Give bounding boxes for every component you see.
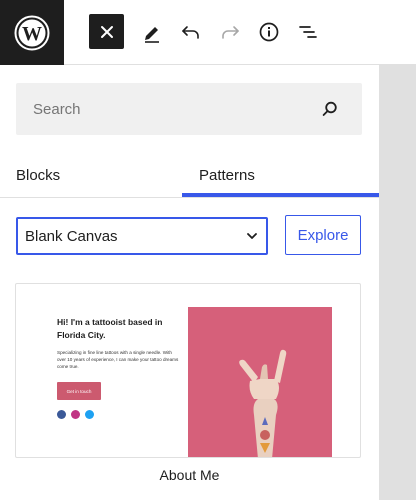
redo-button[interactable] (212, 14, 248, 50)
tab-blocks[interactable]: Blocks (16, 153, 181, 198)
explore-button[interactable]: Explore (285, 215, 361, 255)
list-view-icon (299, 26, 317, 38)
inserter-tabs: Blocks Patterns (0, 153, 379, 198)
tab-blocks-label: Blocks (16, 167, 61, 184)
editor-toolbar: W (0, 0, 416, 65)
pattern-title: About Me (159, 467, 220, 483)
close-icon (100, 25, 113, 38)
wordpress-logo-icon[interactable]: W (0, 0, 64, 65)
search-box (16, 83, 362, 135)
preview-heading: Hi! I'm a tattooist based in Florida Cit… (57, 317, 163, 340)
undo-icon (182, 26, 199, 39)
list-view-button[interactable] (290, 14, 326, 50)
tab-patterns-label: Patterns (199, 167, 255, 184)
preview-body: Specializing in fine line tattoos with a… (57, 350, 179, 369)
twitter-icon (85, 410, 94, 419)
chevron-down-icon (247, 233, 257, 239)
info-icon (259, 22, 279, 42)
block-inserter-panel: Blocks Patterns Blank Canvas Explore Hi!… (0, 65, 379, 500)
undo-button[interactable] (173, 14, 209, 50)
pattern-category-select[interactable]: Blank Canvas (16, 217, 268, 255)
pencil-icon (145, 27, 159, 43)
search-input[interactable] (33, 100, 303, 118)
facebook-icon (57, 410, 66, 419)
redo-icon (222, 26, 239, 39)
tattooed-arm-image (239, 349, 287, 457)
details-button[interactable] (251, 14, 287, 50)
search-icon[interactable] (320, 99, 340, 119)
tools-button[interactable] (134, 14, 170, 50)
pattern-preview-about-me[interactable]: Hi! I'm a tattooist based in Florida Cit… (15, 283, 361, 458)
preview-photo (188, 307, 332, 457)
active-tab-indicator (182, 193, 379, 197)
preview-button: Get in touch (57, 382, 101, 400)
tab-patterns[interactable]: Patterns (182, 153, 379, 198)
close-inserter-button[interactable] (89, 14, 124, 49)
editor-canvas[interactable] (379, 65, 416, 500)
instagram-icon (71, 410, 80, 419)
pattern-category-value: Blank Canvas (25, 227, 118, 245)
svg-text:W: W (22, 23, 42, 45)
